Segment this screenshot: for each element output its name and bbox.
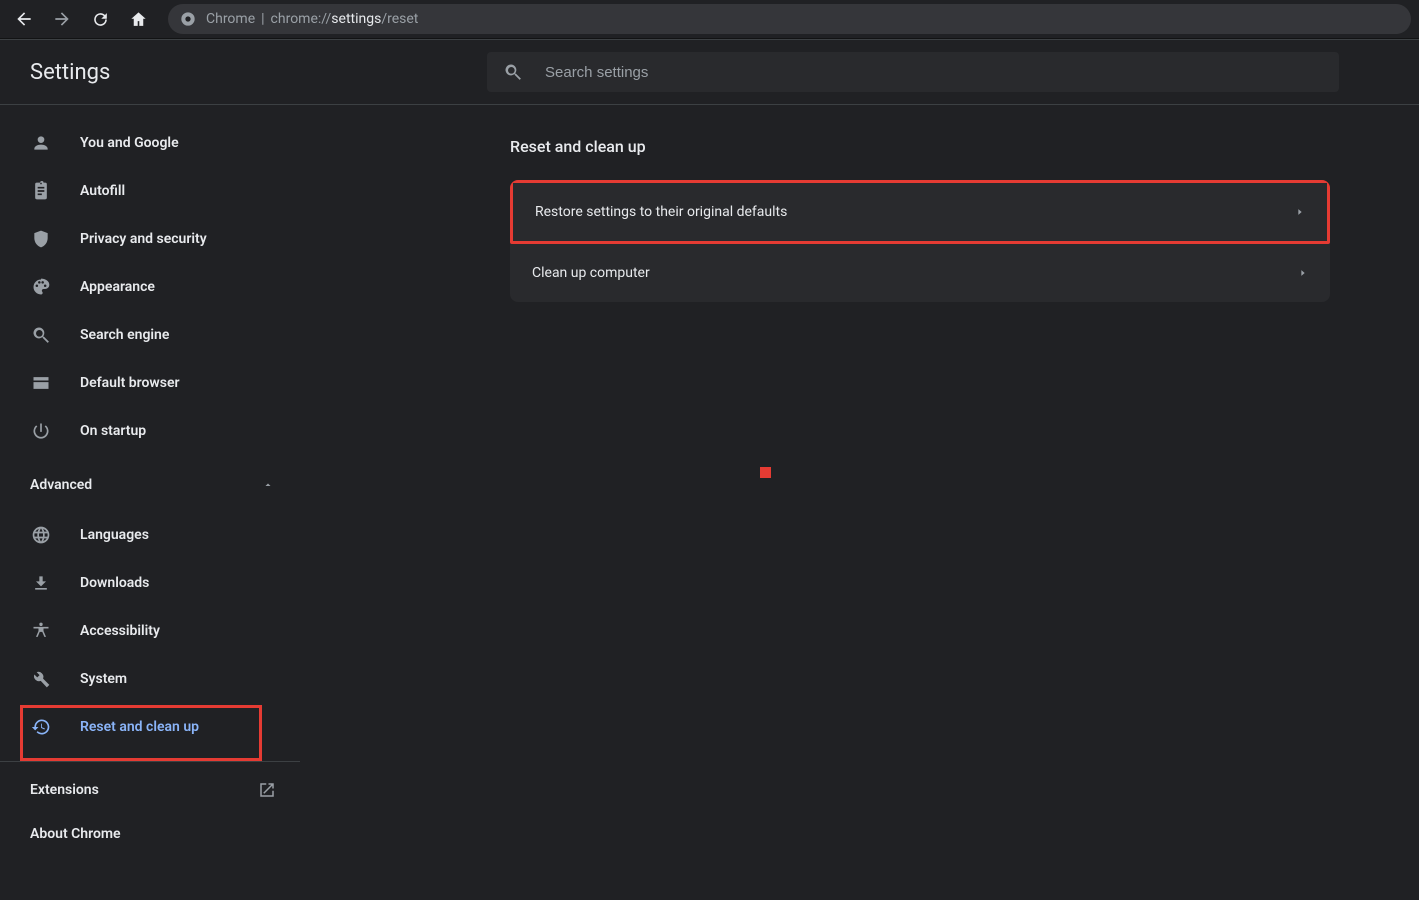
settings-sidebar: You and Google Autofill Privacy and secu… — [0, 105, 300, 900]
row-restore-defaults[interactable]: Restore settings to their original defau… — [510, 180, 1330, 244]
omnibox-url-host: settings — [331, 11, 381, 27]
sidebar-item-autofill[interactable]: Autofill — [0, 171, 300, 211]
chevron-right-icon — [1295, 207, 1305, 217]
nav-reload-button[interactable] — [84, 3, 116, 35]
sidebar-about-label: About Chrome — [30, 826, 121, 842]
clipboard-icon — [30, 180, 52, 202]
section-title: Reset and clean up — [510, 137, 1339, 156]
row-clean-up-computer[interactable]: Clean up computer — [510, 244, 1330, 302]
sidebar-item-downloads[interactable]: Downloads — [0, 563, 300, 603]
accessibility-icon — [30, 620, 52, 642]
person-icon — [30, 132, 52, 154]
nav-home-button[interactable] — [122, 3, 154, 35]
row-label: Restore settings to their original defau… — [535, 204, 787, 220]
sidebar-advanced-toggle[interactable]: Advanced — [0, 465, 300, 505]
omnibox-prefix: Chrome — [206, 11, 255, 27]
sidebar-item-label: System — [80, 671, 127, 687]
sidebar-item-label: Default browser — [80, 375, 180, 391]
settings-header: Settings — [0, 40, 1419, 104]
sidebar-item-system[interactable]: System — [0, 659, 300, 699]
sidebar-item-label: Languages — [80, 527, 149, 543]
search-icon — [30, 324, 52, 346]
nav-forward-button[interactable] — [46, 3, 78, 35]
globe-icon — [30, 524, 52, 546]
omnibox-url-path: /reset — [381, 11, 418, 27]
sidebar-extensions[interactable]: Extensions — [0, 770, 300, 810]
nav-back-button[interactable] — [8, 3, 40, 35]
sidebar-item-label: Search engine — [80, 327, 169, 343]
sidebar-extensions-label: Extensions — [30, 782, 99, 798]
sidebar-item-label: Reset and clean up — [80, 719, 199, 735]
wrench-icon — [30, 668, 52, 690]
omnibox[interactable]: Chrome | chrome://settings/reset — [168, 4, 1411, 34]
reset-card: Restore settings to their original defau… — [510, 180, 1330, 302]
sidebar-item-search-engine[interactable]: Search engine — [0, 315, 300, 355]
sidebar-item-label: Appearance — [80, 279, 155, 295]
sidebar-item-languages[interactable]: Languages — [0, 515, 300, 555]
settings-search[interactable] — [487, 52, 1339, 92]
omnibox-url-scheme: chrome:// — [271, 11, 332, 27]
settings-search-input[interactable] — [543, 63, 1323, 82]
chevron-up-icon — [262, 479, 274, 491]
sidebar-item-label: Autofill — [80, 183, 125, 199]
chevron-right-icon — [1298, 268, 1308, 278]
sidebar-item-label: Privacy and security — [80, 231, 207, 247]
download-icon — [30, 572, 52, 594]
power-icon — [30, 420, 52, 442]
restore-icon — [30, 716, 52, 738]
chrome-icon — [180, 11, 196, 27]
sidebar-item-label: Downloads — [80, 575, 149, 591]
sidebar-item-you-and-google[interactable]: You and Google — [0, 123, 300, 163]
sidebar-item-appearance[interactable]: Appearance — [0, 267, 300, 307]
sidebar-advanced-label: Advanced — [30, 477, 92, 493]
open-in-new-icon — [258, 781, 276, 799]
sidebar-item-default-browser[interactable]: Default browser — [0, 363, 300, 403]
sidebar-item-accessibility[interactable]: Accessibility — [0, 611, 300, 651]
sidebar-item-label: You and Google — [80, 135, 179, 151]
highlight-marker-dot — [760, 467, 771, 478]
omnibox-divider: | — [261, 11, 264, 27]
row-label: Clean up computer — [532, 265, 650, 281]
sidebar-item-reset[interactable]: Reset and clean up — [0, 707, 300, 747]
search-icon — [503, 62, 523, 82]
browser-icon — [30, 372, 52, 394]
browser-toolbar: Chrome | chrome://settings/reset — [0, 0, 1419, 38]
sidebar-item-label: On startup — [80, 423, 146, 439]
sidebar-about-chrome[interactable]: About Chrome — [0, 814, 300, 854]
settings-main: Reset and clean up Restore settings to t… — [300, 105, 1419, 900]
settings-title: Settings — [30, 60, 110, 85]
sidebar-divider — [0, 761, 300, 762]
sidebar-item-on-startup[interactable]: On startup — [0, 411, 300, 451]
shield-icon — [30, 228, 52, 250]
sidebar-item-privacy[interactable]: Privacy and security — [0, 219, 300, 259]
palette-icon — [30, 276, 52, 298]
sidebar-item-label: Accessibility — [80, 623, 160, 639]
